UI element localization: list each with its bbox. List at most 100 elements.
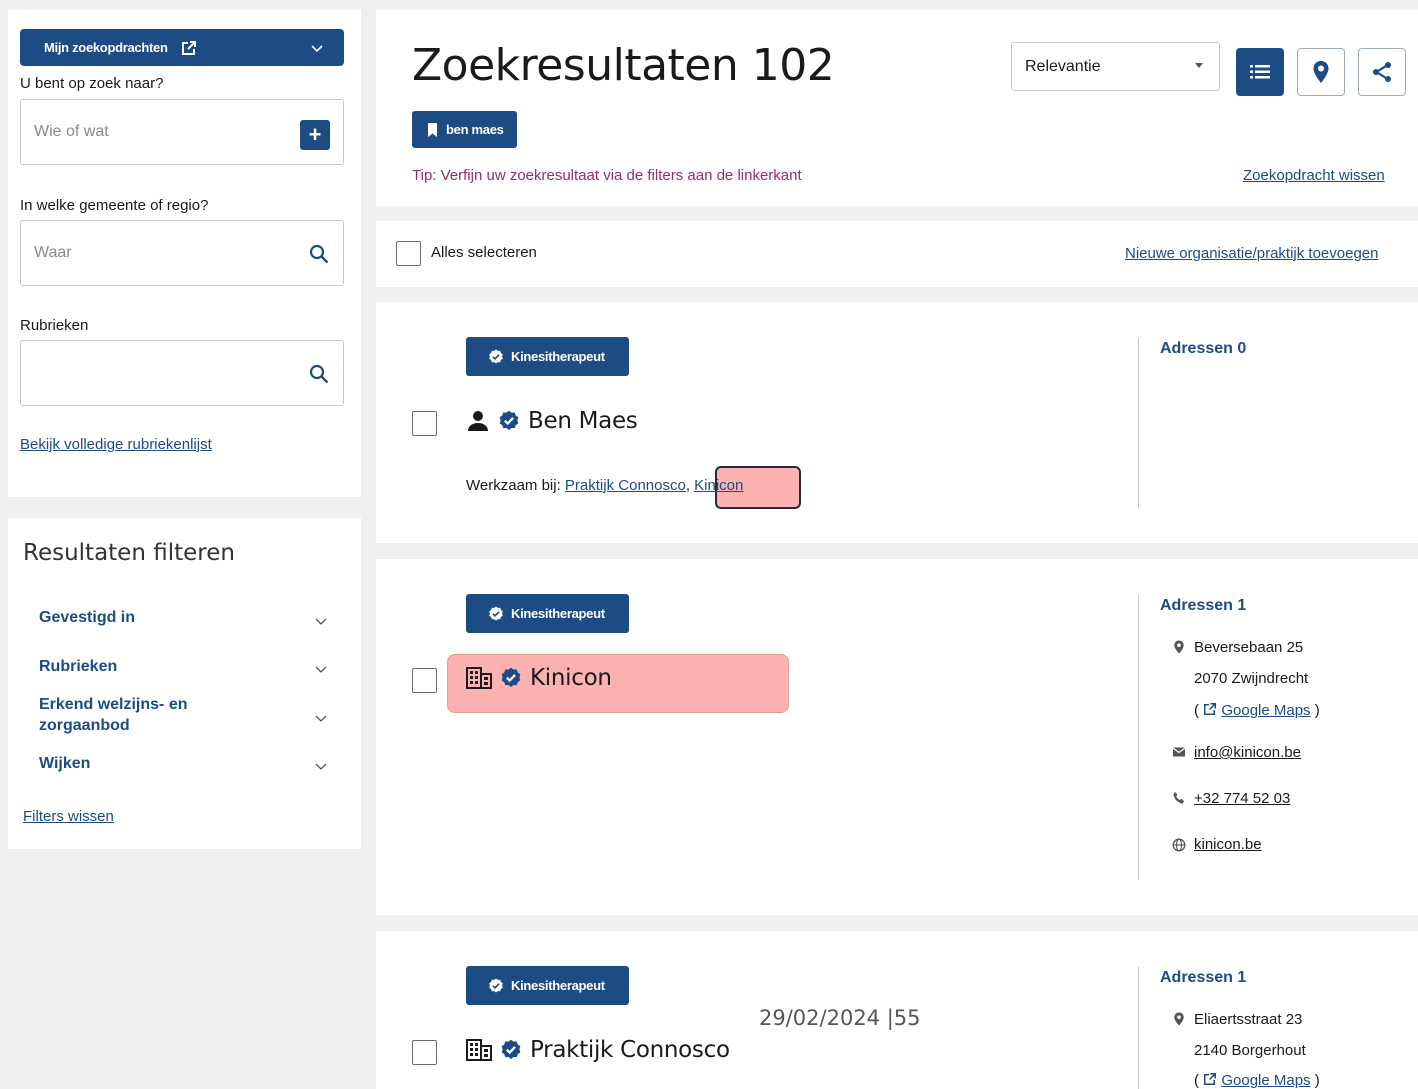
verified-icon (501, 1039, 521, 1059)
select-all-label: Alles selecteren (431, 244, 537, 261)
clear-filters-link[interactable]: Filters wissen (23, 808, 114, 825)
building-icon (466, 667, 492, 689)
filter-panel (8, 518, 361, 849)
add-organisation-link[interactable]: Nieuwe organisatie/praktijk toevoegen (1125, 245, 1378, 262)
search-icon[interactable] (308, 363, 330, 385)
mail-icon (1172, 747, 1186, 757)
address-city: 2140 Borgerhout (1194, 1042, 1306, 1059)
map-pin-icon (1174, 1012, 1184, 1026)
work-at-link-kinicon[interactable]: Kinicon (694, 477, 743, 494)
address-city: 2070 Zwijndrecht (1194, 670, 1309, 687)
map-pin-icon (1174, 640, 1184, 654)
where-placeholder: Waar (34, 244, 72, 261)
search-icon[interactable] (308, 243, 330, 265)
address-street: Beversebaan 25 (1194, 639, 1304, 656)
add-search-term-button[interactable]: + (300, 120, 330, 150)
result-name[interactable]: Kinicon (466, 665, 612, 691)
maps-link-row: ( Google Maps ) (1194, 1072, 1320, 1089)
select-all-checkbox[interactable] (396, 241, 421, 266)
facet-erkend-aanbod[interactable]: Erkend welzijns- en zorgaanbod (39, 694, 229, 736)
where-label: In welke gemeente of regio? (20, 197, 209, 214)
where-input[interactable]: Waar (20, 220, 344, 286)
maps-link-row: ( Google Maps ) (1194, 702, 1320, 719)
filter-title: Resultaten filteren (23, 540, 235, 566)
map-pin-icon (1313, 61, 1329, 83)
who-label: U bent op zoek naar? (20, 75, 164, 92)
person-icon (468, 411, 488, 431)
divider (1138, 967, 1139, 1089)
category-badge: Kinesitherapeut (466, 337, 629, 376)
category-badge-label: Kinesitherapeut (511, 349, 605, 364)
caret-down-icon (1195, 63, 1203, 68)
verified-badge-icon (489, 349, 503, 363)
divider (1138, 595, 1139, 880)
work-at: Werkzaam bij: Praktijk Connosco, Kinicon (466, 477, 743, 494)
rubrieken-label: Rubrieken (20, 317, 89, 334)
result-name[interactable]: Praktijk Connosco (466, 1037, 730, 1063)
share-button[interactable] (1358, 48, 1406, 96)
list-view-button[interactable] (1236, 48, 1284, 96)
page-title: Zoekresultaten 102 (412, 40, 835, 91)
google-maps-link[interactable]: Google Maps (1221, 702, 1310, 719)
chevron-down-icon[interactable] (314, 759, 328, 773)
facet-rubrieken[interactable]: Rubrieken (39, 656, 117, 677)
who-placeholder: Wie of wat (34, 123, 109, 140)
email-link[interactable]: info@kinicon.be (1194, 744, 1301, 761)
result-checkbox[interactable] (412, 1040, 437, 1065)
category-badge-label: Kinesitherapeut (511, 978, 605, 993)
addresses-heading: Adressen 1 (1160, 597, 1247, 614)
clear-search-link[interactable]: Zoekopdracht wissen (1243, 167, 1385, 184)
phone-icon (1173, 792, 1184, 804)
external-link-icon (1204, 703, 1217, 715)
facet-wijken[interactable]: Wijken (39, 753, 90, 774)
address-street: Eliaertsstraat 23 (1194, 1011, 1303, 1028)
map-view-button[interactable] (1297, 48, 1345, 96)
external-link-icon (1204, 1073, 1217, 1085)
addresses-heading: Adressen 0 (1160, 340, 1247, 357)
building-icon (466, 1039, 492, 1061)
result-checkbox[interactable] (412, 411, 437, 436)
result-name-text: Ben Maes (528, 408, 638, 434)
maps-close-paren: ) (1314, 702, 1320, 719)
who-input[interactable]: Wie of wat + (20, 99, 344, 165)
website-link[interactable]: kinicon.be (1194, 836, 1262, 853)
divider (1138, 338, 1139, 508)
result-name[interactable]: Ben Maes (466, 408, 638, 434)
share-icon (1373, 62, 1391, 82)
sort-value: Relevantie (1025, 57, 1101, 75)
work-at-link-connosco[interactable]: Praktijk Connosco (565, 477, 686, 494)
work-at-label: Werkzaam bij: (466, 477, 561, 494)
result-name-text: Praktijk Connosco (530, 1037, 730, 1063)
saved-search-tag[interactable]: ben maes (412, 111, 517, 148)
work-at-separator: , (685, 477, 690, 494)
rubrieken-input[interactable] (20, 340, 344, 406)
chevron-down-icon[interactable] (314, 662, 328, 676)
chevron-down-icon[interactable] (314, 614, 328, 628)
maps-open-paren: ( (1194, 1072, 1199, 1089)
chevron-down-icon[interactable] (314, 711, 328, 725)
addresses-heading: Adressen 1 (1160, 969, 1247, 986)
chevron-down-icon (311, 45, 323, 53)
saved-search-tag-label: ben maes (446, 122, 504, 137)
phone-link[interactable]: +32 774 52 03 (1194, 790, 1290, 807)
result-name-text: Kinicon (530, 665, 612, 691)
facet-gevestigd-in[interactable]: Gevestigd in (39, 607, 135, 628)
bookmark-icon (428, 122, 437, 137)
category-badge-label: Kinesitherapeut (511, 606, 605, 621)
result-checkbox[interactable] (412, 668, 437, 693)
list-icon (1250, 65, 1270, 79)
verified-icon (499, 410, 519, 430)
globe-icon (1172, 838, 1186, 852)
google-maps-link[interactable]: Google Maps (1221, 1072, 1310, 1089)
verified-icon (501, 667, 521, 687)
full-rubrieken-list-link[interactable]: Bekijk volledige rubriekenlijst (20, 436, 212, 453)
category-badge: Kinesitherapeut (466, 966, 629, 1005)
maps-open-paren: ( (1194, 702, 1199, 719)
category-badge: Kinesitherapeut (466, 594, 629, 633)
saved-searches-label: Mijn zoekopdrachten (44, 40, 168, 55)
tip-text: Tip: Verfijn uw zoekresultaat via de fil… (412, 167, 802, 184)
verified-badge-icon (489, 606, 503, 620)
maps-close-paren: ) (1314, 1072, 1320, 1089)
sort-select[interactable]: Relevantie (1011, 42, 1220, 91)
saved-searches-button[interactable]: Mijn zoekopdrachten (20, 29, 344, 66)
